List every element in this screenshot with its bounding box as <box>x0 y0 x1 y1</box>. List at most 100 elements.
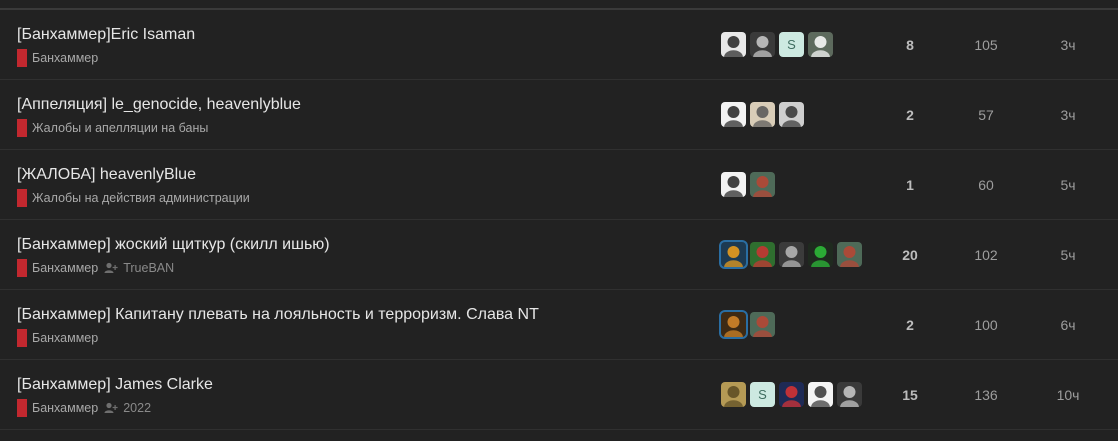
topic-list-header-edge <box>0 0 1118 10</box>
topic-last-activity[interactable]: 3ч <box>1038 107 1098 123</box>
avatar-dark-character[interactable] <box>779 242 804 267</box>
topic-tag[interactable]: TrueBAN <box>123 261 174 275</box>
avatar-flag-character[interactable] <box>779 382 804 407</box>
avatar-white-sketch[interactable] <box>808 382 833 407</box>
topic-row[interactable]: [Банхаммер] Капитану плевать на лояльнос… <box>0 290 1118 360</box>
topic-replies-count[interactable]: 2 <box>880 107 940 123</box>
topic-last-activity[interactable]: 5ч <box>1038 177 1098 193</box>
topic-row[interactable]: [ЖАЛОБА] heavenlyBlue Жалобы на действия … <box>0 150 1118 220</box>
topic-tag[interactable]: 2022 <box>123 401 151 415</box>
topic-replies-count[interactable]: 15 <box>880 387 940 403</box>
category-color-badge <box>17 49 27 67</box>
avatar-image <box>811 386 830 407</box>
topic-title-link[interactable]: [Аппеляция] le_genocide, heavenlyblue <box>17 96 301 114</box>
user-plus-icon <box>104 262 118 273</box>
topic-title-link[interactable]: [Банхаммер] James Clarke <box>17 376 213 394</box>
topic-views-count: 60 <box>978 177 994 193</box>
category-color-badge <box>17 189 27 207</box>
avatar-green-silhouette[interactable] <box>808 242 833 267</box>
avatar-beige-character[interactable] <box>750 102 775 127</box>
topic-posters: S <box>721 32 837 57</box>
topic-last-activity[interactable]: 5ч <box>1038 247 1098 263</box>
avatar-image <box>753 106 772 127</box>
topic-replies-count[interactable]: 1 <box>880 177 940 193</box>
avatar-image <box>811 36 830 57</box>
topic-title-link[interactable]: [Банхаммер]Eric Isaman <box>17 26 195 44</box>
avatar-red-beret[interactable] <box>750 312 775 337</box>
category-color-badge <box>17 399 27 417</box>
topic-views-count: 136 <box>974 387 998 403</box>
topic-posters <box>721 312 779 337</box>
user-plus-icon <box>104 402 118 413</box>
category-name[interactable]: Банхаммер <box>32 261 98 275</box>
topic-category[interactable]: Банхаммер <box>17 49 98 67</box>
topic-last-activity[interactable]: 6ч <box>1038 317 1098 333</box>
category-name[interactable]: Жалобы на действия администрации <box>32 191 250 205</box>
topic-row[interactable]: [Банхаммер] жоский щиткур (скилл ишью) Ба… <box>0 220 1118 290</box>
topic-last-activity[interactable]: 3ч <box>1038 37 1098 53</box>
topic-row[interactable]: [Банхаммер] James Clarke Банхаммер 2022 S 15… <box>0 360 1118 430</box>
avatar-image <box>782 106 801 127</box>
avatar-image <box>724 176 743 197</box>
avatar-image <box>724 106 743 127</box>
avatar-image <box>724 386 743 407</box>
topic-row[interactable]: [Банхаммер]Eric Isaman Банхаммер S 8 105 3ч <box>0 10 1118 80</box>
topic-replies-count[interactable]: 2 <box>880 317 940 333</box>
topic-category[interactable]: Жалобы на действия администрации <box>17 189 250 207</box>
topic-views-count: 100 <box>974 317 998 333</box>
avatar-letter-s[interactable]: S <box>750 382 775 407</box>
avatar-image <box>753 176 772 197</box>
topic-title-link[interactable]: [Банхаммер] Капитану плевать на лояльнос… <box>17 306 539 324</box>
avatar-letter: S <box>787 37 796 52</box>
topic-posters <box>721 102 808 127</box>
topic-replies-count[interactable]: 8 <box>880 37 940 53</box>
topic-posters <box>721 242 866 267</box>
category-name[interactable]: Банхаммер <box>32 331 98 345</box>
category-color-badge <box>17 259 27 277</box>
topic-replies-count[interactable]: 20 <box>880 247 940 263</box>
avatar-image <box>811 246 830 267</box>
topic-category[interactable]: Банхаммер TrueBAN <box>17 259 174 277</box>
avatar-troll-face[interactable] <box>721 172 746 197</box>
avatar-tan-camo[interactable] <box>721 382 746 407</box>
topic-title-link[interactable]: [Банхаммер] жоский щиткур (скилл ишью) <box>17 236 330 254</box>
avatar-mixed-character[interactable] <box>779 102 804 127</box>
avatar-image <box>724 36 743 57</box>
avatar-image <box>724 316 743 337</box>
avatar-green-figure[interactable] <box>808 32 833 57</box>
avatar-image <box>840 386 859 407</box>
topic-title-link[interactable]: [ЖАЛОБА] heavenlyBlue <box>17 166 196 184</box>
avatar-image <box>724 246 743 267</box>
topic-posters <box>721 172 779 197</box>
avatar-letter: S <box>758 387 767 402</box>
topic-views-count: 102 <box>974 247 998 263</box>
avatar-image <box>753 316 772 337</box>
avatar-red-beret[interactable] <box>837 242 862 267</box>
avatar-grey-sketch[interactable] <box>837 382 862 407</box>
avatar-image <box>782 246 801 267</box>
avatar-image <box>753 246 772 267</box>
avatar-grey-sketch[interactable] <box>750 32 775 57</box>
avatar-lion[interactable] <box>721 312 746 337</box>
topic-row[interactable]: [Аппеляция] le_genocide, heavenlyblue Жал… <box>0 80 1118 150</box>
avatar-green-sprite[interactable] <box>750 242 775 267</box>
topic-category[interactable]: Банхаммер <box>17 329 98 347</box>
category-name[interactable]: Банхаммер <box>32 51 98 65</box>
topic-list: [Банхаммер]Eric Isaman Банхаммер S 8 105 3ч [А… <box>0 10 1118 430</box>
topic-posters: S <box>721 382 866 407</box>
category-name[interactable]: Банхаммер <box>32 401 98 415</box>
avatar-image <box>840 246 859 267</box>
topic-category[interactable]: Банхаммер 2022 <box>17 399 151 417</box>
topic-last-activity[interactable]: 10ч <box>1038 387 1098 403</box>
avatar-letter-s[interactable]: S <box>779 32 804 57</box>
avatar-image <box>753 36 772 57</box>
category-color-badge <box>17 329 27 347</box>
avatar-sunglasses-emoji[interactable] <box>721 242 746 267</box>
avatar-troll-face[interactable] <box>721 102 746 127</box>
category-name[interactable]: Жалобы и апелляции на баны <box>32 121 208 135</box>
topic-category[interactable]: Жалобы и апелляции на баны <box>17 119 208 137</box>
category-color-badge <box>17 119 27 137</box>
topic-views-count: 105 <box>974 37 998 53</box>
avatar-dark-meme[interactable] <box>721 32 746 57</box>
avatar-red-beret[interactable] <box>750 172 775 197</box>
